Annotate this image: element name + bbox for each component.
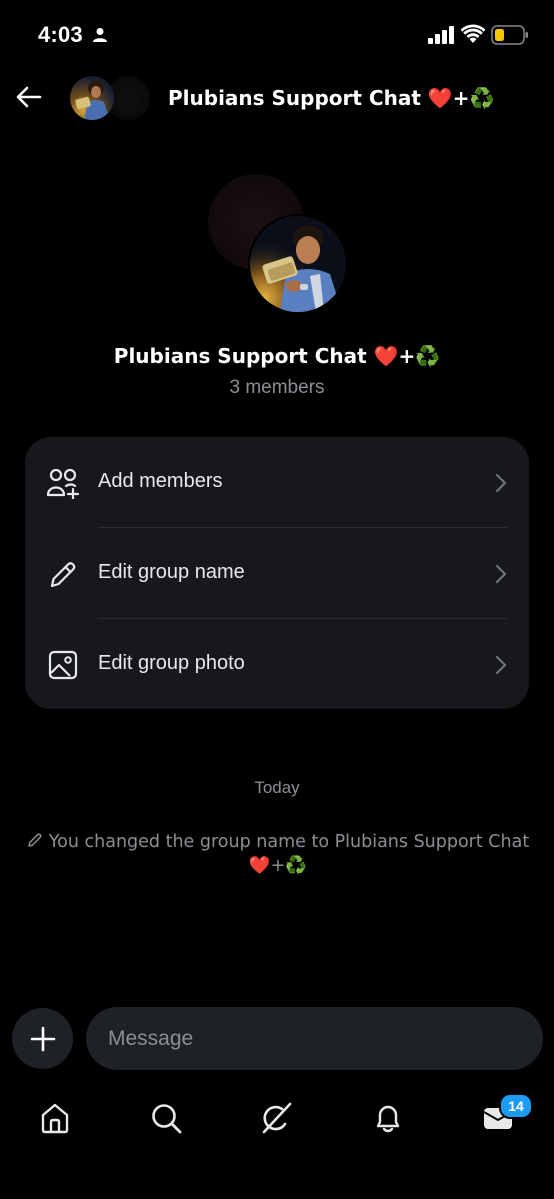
chevron-right-icon [495,564,507,584]
chat-title[interactable]: Plubians Support Chat ❤️+♻️ [168,86,494,110]
edit-group-name-button[interactable]: Edit group name [25,528,529,619]
nav-notifications[interactable] [368,1098,408,1138]
system-message: You changed the group name to Plubians S… [16,830,540,878]
edit-group-photo-button[interactable]: Edit group photo [25,619,529,710]
nav-search[interactable] [146,1098,186,1138]
member-avatar [248,214,348,314]
add-members-button[interactable]: Add members [25,437,529,528]
attach-button[interactable] [12,1008,73,1069]
person-icon [93,28,107,42]
day-separator: Today [254,778,300,797]
group-options-card: Add members Edit group name Edit group p… [25,437,529,709]
search-icon [152,1104,182,1134]
status-bar: 4:03 [0,0,554,70]
messages-badge: 14 [499,1093,533,1119]
pencil-icon [28,833,42,847]
status-time: 4:03 [38,22,83,47]
header-group-avatar[interactable] [70,76,154,122]
back-button[interactable] [12,80,46,114]
group-name: Plubians Support Chat ❤️+♻️ [113,344,441,368]
message-input[interactable] [86,1007,543,1070]
battery-icon [491,25,528,45]
chevron-right-icon [495,655,507,675]
home-icon [41,1103,69,1134]
group-member-count[interactable]: 3 members [0,377,554,399]
add-members-label: Add members [98,470,223,492]
add-members-icon [46,468,80,499]
plus-icon [30,1026,55,1051]
member-avatar [70,76,114,120]
nav-grok[interactable] [257,1098,297,1138]
nav-home[interactable] [35,1098,75,1138]
notifications-icon [376,1105,400,1133]
chat-header: Plubians Support Chat ❤️+♻️ [0,70,554,128]
back-arrow-icon [16,86,42,108]
bottom-nav [0,1088,554,1148]
system-message-text: You changed the group name to Plubians S… [48,832,530,876]
grok-icon [262,1102,292,1134]
group-avatar [208,172,348,314]
edit-group-name-label: Edit group name [98,561,245,583]
page: 4:03 Plubians Support Chat ❤️+♻️ Plubian… [0,0,554,1199]
chevron-right-icon [495,473,507,493]
signal-icon [428,26,454,44]
pencil-icon [50,562,76,588]
wifi-icon [461,24,485,43]
image-icon [48,650,78,680]
edit-group-photo-label: Edit group photo [98,652,245,674]
